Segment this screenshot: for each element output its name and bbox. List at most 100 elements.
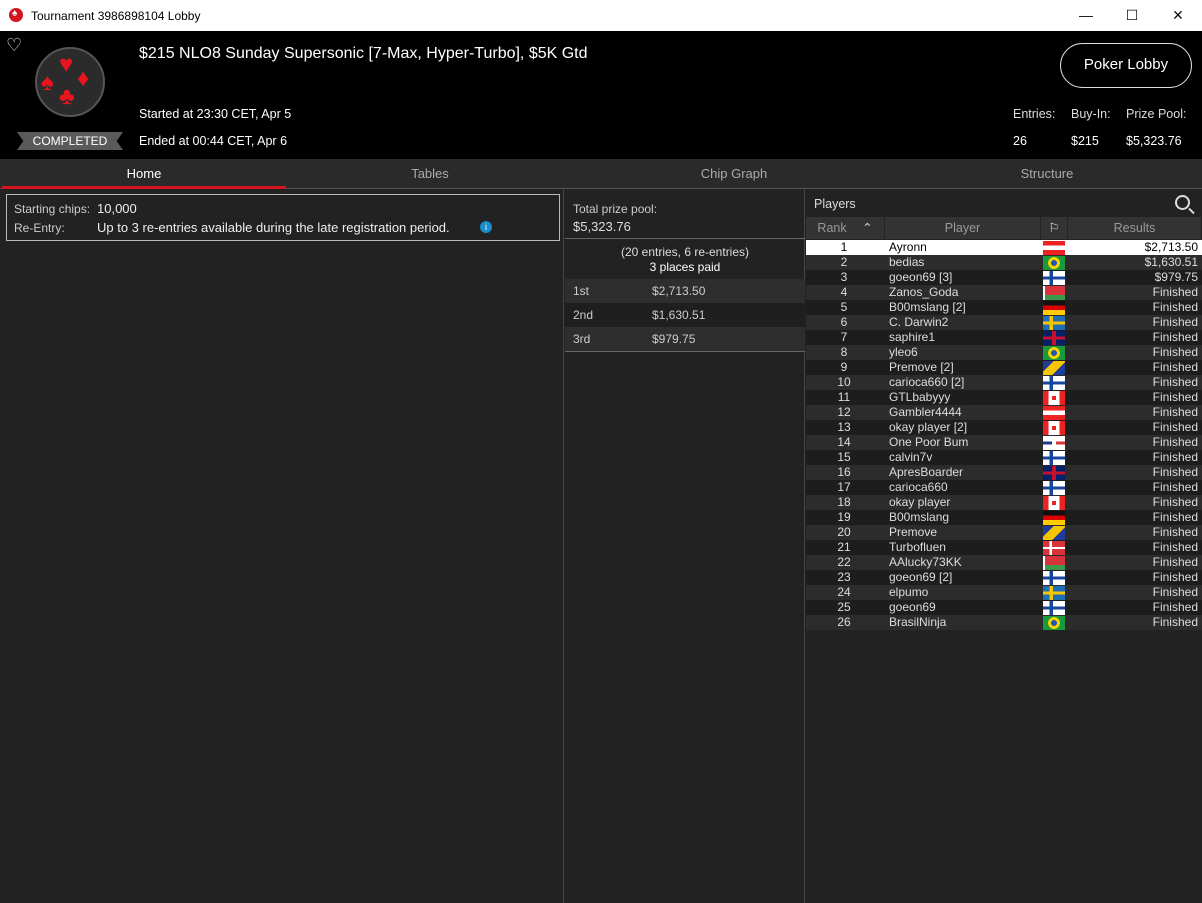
player-result: Finished bbox=[1152, 375, 1198, 389]
column-results[interactable]: Results bbox=[1068, 217, 1202, 239]
player-rank: 26 bbox=[837, 615, 851, 629]
country-flag-icon bbox=[1043, 361, 1065, 375]
country-flag-icon bbox=[1043, 331, 1065, 345]
country-flag-icon bbox=[1043, 346, 1065, 360]
player-row[interactable]: 26 BrasilNinja Finished bbox=[806, 615, 1202, 630]
payout-row: 3rd $979.75 bbox=[565, 327, 805, 351]
player-rank: 6 bbox=[840, 315, 848, 329]
entries-value: 26 bbox=[1013, 134, 1027, 148]
player-rank: 15 bbox=[837, 450, 851, 464]
player-row[interactable]: 7 saphire1 Finished bbox=[806, 330, 1202, 345]
country-flag-icon bbox=[1043, 541, 1065, 555]
reentry-value: Up to 3 re-entries available during the … bbox=[97, 220, 450, 235]
country-flag-icon bbox=[1043, 526, 1065, 540]
player-row[interactable]: 23 goeon69 [2] Finished bbox=[806, 570, 1202, 585]
total-prize-value: $5,323.76 bbox=[573, 219, 631, 234]
reentry-label: Re-Entry: bbox=[14, 221, 65, 235]
player-result: Finished bbox=[1152, 330, 1198, 344]
player-row[interactable]: 6 C. Darwin2 Finished bbox=[806, 315, 1202, 330]
country-flag-icon bbox=[1043, 436, 1065, 450]
player-row[interactable]: 18 okay player Finished bbox=[806, 495, 1202, 510]
player-rank: 1 bbox=[840, 240, 848, 254]
player-name: goeon69 [3] bbox=[889, 270, 953, 284]
player-row[interactable]: 22 AAlucky73KK Finished bbox=[806, 555, 1202, 570]
payout-amount: $979.75 bbox=[652, 332, 696, 346]
entries-summary: (20 entries, 6 re-entries) 3 places paid bbox=[565, 245, 805, 275]
player-row[interactable]: 15 calvin7v Finished bbox=[806, 450, 1202, 465]
player-result: Finished bbox=[1152, 555, 1198, 569]
player-name: Premove bbox=[889, 525, 938, 539]
info-icon[interactable]: i bbox=[480, 221, 492, 233]
player-row[interactable]: 10 carioca660 [2] Finished bbox=[806, 375, 1202, 390]
player-rank: 21 bbox=[837, 540, 851, 554]
player-row[interactable]: 9 Premove [2] Finished bbox=[806, 360, 1202, 375]
player-result: $979.75 bbox=[1154, 270, 1198, 284]
player-row[interactable]: 24 elpumo Finished bbox=[806, 585, 1202, 600]
close-icon[interactable]: ✕ bbox=[1163, 5, 1193, 25]
player-row[interactable]: 19 B00mslang Finished bbox=[806, 510, 1202, 525]
player-rank: 16 bbox=[837, 465, 851, 479]
player-name: goeon69 bbox=[889, 600, 936, 614]
player-row[interactable]: 5 B00mslang [2] Finished bbox=[806, 300, 1202, 315]
player-result: Finished bbox=[1152, 465, 1198, 479]
player-row[interactable]: 4 Zanos_Goda Finished bbox=[806, 285, 1202, 300]
entries-label: Entries: bbox=[1013, 107, 1056, 121]
country-flag-icon bbox=[1043, 271, 1065, 285]
payout-place: 3rd bbox=[573, 332, 591, 346]
country-flag-icon bbox=[1043, 616, 1065, 630]
player-row[interactable]: 14 One Poor Bum Finished bbox=[806, 435, 1202, 450]
player-result: $1,630.51 bbox=[1144, 255, 1198, 269]
column-player[interactable]: Player bbox=[885, 217, 1041, 239]
player-row[interactable]: 3 goeon69 [3] $979.75 bbox=[806, 270, 1202, 285]
player-result: Finished bbox=[1152, 570, 1198, 584]
player-row[interactable]: 12 Gambler4444 Finished bbox=[806, 405, 1202, 420]
tab-chip-graph[interactable]: Chip Graph bbox=[580, 159, 888, 189]
player-name: okay player bbox=[889, 495, 951, 509]
player-rank: 10 bbox=[837, 375, 851, 389]
player-result: Finished bbox=[1152, 435, 1198, 449]
country-flag-icon bbox=[1043, 286, 1065, 300]
country-flag-icon bbox=[1043, 241, 1065, 255]
player-rank: 12 bbox=[837, 405, 851, 419]
player-row[interactable]: 25 goeon69 Finished bbox=[806, 600, 1202, 615]
column-rank-label: Rank bbox=[817, 221, 847, 235]
player-row[interactable]: 17 carioca660 Finished bbox=[806, 480, 1202, 495]
players-panel: Players Rank ⌃ Player ⚐ Results 1 Ayronn $… bbox=[806, 189, 1202, 903]
country-flag-icon bbox=[1043, 481, 1065, 495]
country-flag-icon bbox=[1043, 376, 1065, 390]
player-result: Finished bbox=[1152, 510, 1198, 524]
maximize-icon[interactable]: ☐ bbox=[1117, 5, 1147, 25]
player-row[interactable]: 13 okay player [2] Finished bbox=[806, 420, 1202, 435]
country-flag-icon bbox=[1043, 256, 1065, 270]
country-flag-icon bbox=[1043, 316, 1065, 330]
tab-tables[interactable]: Tables bbox=[288, 159, 572, 189]
tab-home[interactable]: Home bbox=[2, 159, 286, 189]
player-name: carioca660 bbox=[889, 480, 948, 494]
player-name: elpumo bbox=[889, 585, 929, 599]
favorite-heart-icon[interactable]: ♡ bbox=[6, 35, 22, 56]
prizepool-label: Prize Pool: bbox=[1126, 107, 1187, 121]
player-result: Finished bbox=[1152, 525, 1198, 539]
player-row[interactable]: 21 Turbofluen Finished bbox=[806, 540, 1202, 555]
tab-structure[interactable]: Structure bbox=[895, 159, 1199, 189]
tournament-header: ♡ ♥ ♠ ♦ ♣ COMPLETED $215 NLO8 Sunday Supers… bbox=[0, 31, 1202, 159]
player-row[interactable]: 1 Ayronn $2,713.50 bbox=[806, 240, 1202, 255]
player-result: Finished bbox=[1152, 600, 1198, 614]
entries-note: (20 entries, 6 re-entries) bbox=[620, 245, 750, 259]
column-flag[interactable]: ⚐ bbox=[1041, 217, 1068, 239]
player-row[interactable]: 16 ApresBoarder Finished bbox=[806, 465, 1202, 480]
player-name: bedias bbox=[889, 255, 925, 269]
player-name: Ayronn bbox=[889, 240, 927, 254]
player-row[interactable]: 11 GTLbabyyy Finished bbox=[806, 390, 1202, 405]
payout-amount: $1,630.51 bbox=[652, 308, 706, 322]
total-prize-label: Total prize pool: bbox=[573, 202, 658, 216]
column-rank[interactable]: Rank ⌃ bbox=[806, 217, 885, 239]
poker-lobby-button[interactable]: Poker Lobby bbox=[1060, 43, 1192, 88]
player-row[interactable]: 8 yleo6 Finished bbox=[806, 345, 1202, 360]
country-flag-icon bbox=[1043, 406, 1065, 420]
player-row[interactable]: 2 bedias $1,630.51 bbox=[806, 255, 1202, 270]
player-row[interactable]: 20 Premove Finished bbox=[806, 525, 1202, 540]
search-icon[interactable] bbox=[1175, 195, 1190, 210]
minimize-icon[interactable]: — bbox=[1071, 5, 1101, 25]
player-name: Turbofluen bbox=[889, 540, 946, 554]
